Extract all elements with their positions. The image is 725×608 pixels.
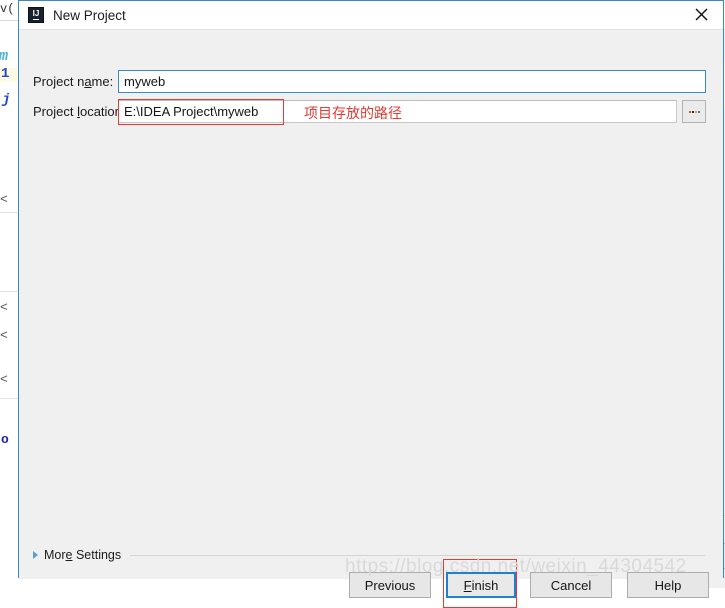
bg-panel-4	[0, 470, 18, 588]
dialog-titlebar: IJ New Project	[19, 0, 723, 30]
background-editor-left-strip: v( m 1 j < < < < o	[0, 0, 18, 588]
dialog-title: New Project	[53, 7, 126, 23]
bg-divider	[0, 20, 18, 21]
intellij-idea-icon: IJ	[28, 7, 44, 23]
bg-panel	[0, 212, 18, 292]
browse-folder-button[interactable]	[682, 100, 706, 123]
project-name-row: Project name:	[33, 74, 113, 89]
project-location-label: Project location:	[33, 104, 126, 119]
bg-glyph-6: <	[0, 328, 8, 343]
bg-glyph-2: 1	[1, 66, 10, 82]
bg-glyph-7: <	[0, 372, 8, 387]
bg-glyph-3: j	[2, 92, 11, 108]
bg-glyph-1: m	[0, 48, 8, 65]
previous-button[interactable]: Previous	[349, 572, 431, 598]
close-glyph	[695, 8, 707, 21]
finish-button[interactable]: Finish	[446, 572, 516, 598]
more-settings-label: More Settings	[44, 548, 122, 562]
dialog-button-bar: Previous Finish Cancel Help	[19, 572, 725, 606]
bg-glyph-5: <	[0, 300, 8, 315]
project-name-input[interactable]	[118, 70, 706, 93]
project-location-row: Project location:	[33, 104, 126, 119]
dialog-body: Project name: Project location: 项目存放的路径 …	[19, 30, 723, 608]
cancel-button[interactable]: Cancel	[530, 572, 612, 598]
bg-glyph-4: <	[0, 192, 8, 207]
more-settings-rule	[130, 554, 705, 556]
annotation-label-path: 项目存放的路径	[304, 106, 402, 122]
help-button[interactable]: Help	[627, 572, 709, 598]
ellipsis-icon	[688, 110, 700, 113]
close-icon[interactable]	[679, 1, 723, 28]
project-name-label: Project name:	[33, 74, 114, 89]
new-project-dialog: IJ New Project Project name: Project loc…	[18, 0, 724, 608]
bg-glyph-8: o	[1, 432, 9, 447]
more-settings-expander[interactable]: More Settings	[33, 548, 705, 562]
chevron-right-icon	[33, 551, 38, 559]
bg-glyph-0: v(	[0, 2, 15, 16]
